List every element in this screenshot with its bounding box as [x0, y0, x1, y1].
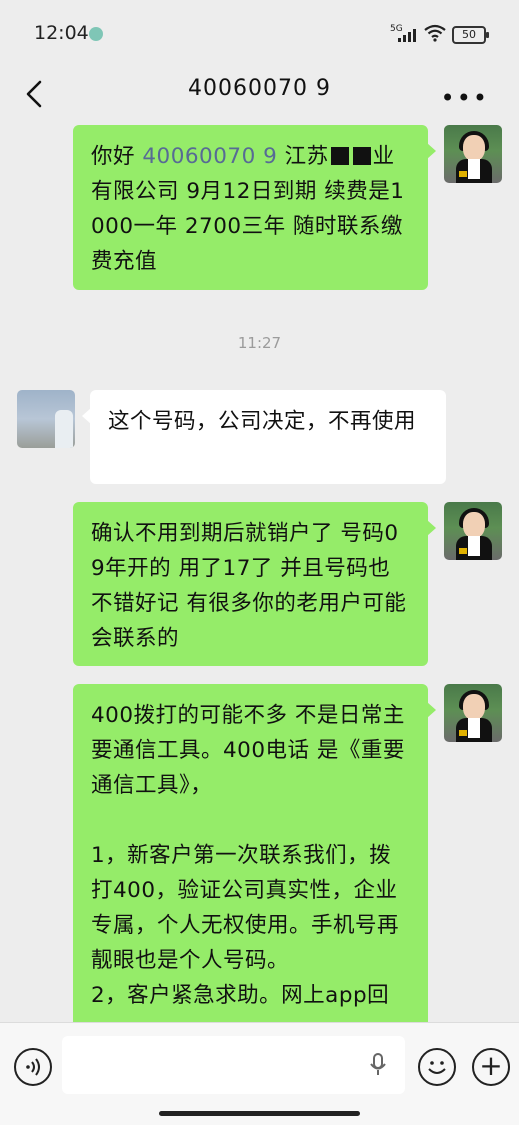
plus-icon[interactable]: +	[472, 1048, 510, 1086]
signal-icon	[398, 28, 418, 42]
microphone-icon[interactable]	[369, 1053, 387, 1081]
my-avatar[interactable]	[444, 125, 502, 183]
message-line: 2，客户紧急求助。网上app回	[91, 983, 390, 1008]
input-bar: +	[0, 1022, 519, 1125]
my-avatar[interactable]	[444, 684, 502, 742]
voice-icon[interactable]	[14, 1048, 52, 1086]
message-text: 这个号码，公司决定，不再使用	[108, 409, 417, 434]
battery-icon: 50	[452, 26, 489, 44]
message-bubble[interactable]: 确认不用到期后就销户了 号码09年开的 用了17了 并且号码也不错好记 有很多你…	[73, 502, 436, 666]
message-bubble[interactable]: 这个号码，公司决定，不再使用	[82, 390, 446, 484]
redaction-mark	[330, 147, 349, 165]
status-bar: 12:04 5G 50	[0, 0, 519, 66]
emoji-icon[interactable]	[418, 1048, 456, 1086]
message-input[interactable]	[62, 1036, 405, 1094]
chat-header: 40060070 9 •••	[0, 66, 519, 122]
message-text: 江苏	[277, 144, 329, 169]
message-text: 确认不用到期后就销户了 号码09年开的 用了17了 并且号码也不错好记 有很多你…	[91, 521, 407, 651]
more-dots-icon[interactable]: •••	[441, 84, 489, 112]
message-bubble[interactable]: 400拨打的可能不多 不是日常主要通信工具。400电话 是《重要通信工具》， 1…	[73, 684, 436, 1044]
message-line: 1，新客户第一次联系我们，拨打400，验证公司真实性，企业专属，个人无权使用。手…	[91, 843, 400, 973]
contact-avatar[interactable]	[17, 390, 75, 448]
wifi-icon	[424, 24, 446, 46]
home-indicator	[159, 1111, 360, 1116]
phone-number-link[interactable]: 40060070 9	[142, 144, 277, 169]
message-timestamp: 11:27	[237, 334, 282, 352]
status-time: 12:04	[34, 22, 89, 44]
message-line: 400拨打的可能不多 不是日常主要通信工具。400电话 是《重要通信工具》，	[91, 703, 405, 798]
message-text: 你好	[91, 144, 143, 169]
message-bubble[interactable]: 你好 40060070 9 江苏 业有限公司 9月12日到期 续费是1000一年 …	[73, 125, 436, 290]
app-notification-icon	[89, 27, 103, 41]
my-avatar[interactable]	[444, 502, 502, 560]
redaction-mark	[352, 147, 371, 165]
